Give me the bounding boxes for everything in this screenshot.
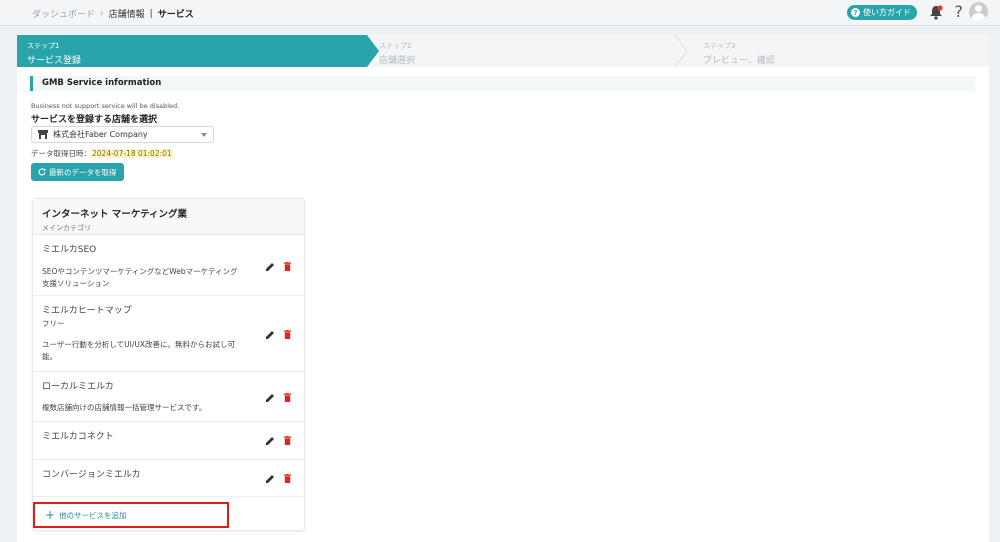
chevron-down-icon [201,133,207,137]
breadcrumb-separator: | [149,8,153,19]
step-2-number: ステップ2 [379,42,412,50]
question-circle-icon: ? [851,8,860,17]
step-2: ステップ2 店舗選択 [369,35,689,67]
service-name: ミエルカSEO [42,245,97,255]
store-select-value: 株式会社Faber Company [53,130,148,139]
usage-guide-label: 使い方ガイド [863,8,911,17]
breadcrumb-current: サービス [157,10,194,20]
edit-pencil-icon[interactable] [266,262,275,271]
step-2-label: 店舗選択 [379,56,416,66]
service-name: ミエルカコネクト [42,432,114,442]
service-item: コンバージョンミエルカ [33,460,304,497]
service-description: SEOやコンテンツマーケティングなどWebマーケティング [42,267,238,276]
store-select[interactable]: 株式会社Faber Company [31,126,214,143]
service-name: コンバージョンミエルカ [42,470,141,480]
step-3: ステップ3 プレビュー、確認 [693,35,983,67]
category-subtitle: メインカテゴリ [42,224,91,232]
refresh-data-button[interactable]: 最新のデータを取得 [31,163,124,181]
step-3-label: プレビュー、確認 [703,56,775,66]
disabled-note: Business not support service will be dis… [31,102,180,110]
service-item: ローカルミエルカ 複数店舗向けの店舗情報一括管理サービスです。 [33,372,304,422]
store-icon [38,130,48,139]
delete-trash-icon[interactable] [284,474,291,483]
delete-trash-icon[interactable] [284,436,291,445]
service-actions [266,474,291,483]
service-description: 複数店舗向けの店舗情報一括管理サービスです。 [42,403,207,412]
service-name: ミエルカヒートマップ [42,306,132,316]
step-1-label: サービス登録 [27,56,82,66]
service-description: 支援ソリューション [42,279,110,288]
step-1-number: ステップ1 [27,42,60,50]
service-item: ミエルカSEO SEOやコンテンツマーケティングなどWebマーケティング 支援ソ… [33,235,304,296]
service-actions [266,393,291,402]
step-3-number: ステップ3 [703,42,736,50]
breadcrumb: ダッシュボード › 店舗情報 | サービス [32,7,194,21]
refresh-data-label: 最新のデータを取得 [49,167,117,177]
service-actions [266,436,291,445]
delete-trash-icon[interactable] [284,330,291,339]
service-description: フリー [42,319,65,328]
breadcrumb-separator: › [100,8,104,19]
plus-icon: + [45,508,56,522]
notification-bell-icon[interactable] [929,5,943,20]
refresh-icon [38,168,46,176]
step-progress: ステップ1 サービス登録 ステップ2 店舗選択 ステップ3 プレビュー、確認 [17,35,989,67]
edit-pencil-icon[interactable] [266,474,275,483]
edit-pencil-icon[interactable] [266,436,275,445]
service-description: 能。 [42,352,57,361]
store-select-label: サービスを登録する店舗を選択 [31,115,158,125]
service-item: ミエルカコネクト [33,422,304,460]
top-bar: ダッシュボード › 店舗情報 | サービス ? 使い方ガイド ? [0,0,1000,26]
fetched-value: 2024-07-18 01:02:01 [91,149,173,158]
main-panel: ステップ1 サービス登録 ステップ2 店舗選択 ステップ3 プレビュー、確認 G… [17,35,989,542]
category-title: インターネット マーケティング業 [42,209,188,220]
service-item: ミエルカヒートマップ フリー ユーザー行動を分析してUI/UX改善に。無料からお… [33,296,304,372]
breadcrumb-dashboard[interactable]: ダッシュボード [32,7,95,20]
fetched-datetime: データ取得日時：2024-07-18 01:02:01 [31,148,173,159]
add-service-label: 他のサービスを追加 [59,510,127,520]
user-avatar[interactable] [969,2,988,21]
usage-guide-button[interactable]: ? 使い方ガイド [847,5,917,20]
edit-pencil-icon[interactable] [266,330,275,339]
category-card: インターネット マーケティング業 メインカテゴリ ミエルカSEO SEOやコンテ… [32,198,305,531]
add-service-button[interactable]: + 他のサービスを追加 [33,502,229,528]
delete-trash-icon[interactable] [284,393,291,402]
delete-trash-icon[interactable] [284,262,291,271]
section-header: GMB Service information [30,76,975,91]
service-actions [266,262,291,271]
fetched-label: データ取得日時： [31,149,91,158]
step-divider [674,35,688,67]
service-description: ユーザー行動を分析してUI/UX改善に。無料からお試し可 [42,340,235,349]
service-name: ローカルミエルカ [42,382,114,392]
category-header: インターネット マーケティング業 メインカテゴリ [33,199,304,235]
help-icon[interactable]: ? [955,2,964,21]
breadcrumb-store-info[interactable]: 店舗情報 [109,7,145,20]
edit-pencil-icon[interactable] [266,393,275,402]
service-actions [266,330,291,339]
step-1: ステップ1 サービス登録 [17,35,367,67]
